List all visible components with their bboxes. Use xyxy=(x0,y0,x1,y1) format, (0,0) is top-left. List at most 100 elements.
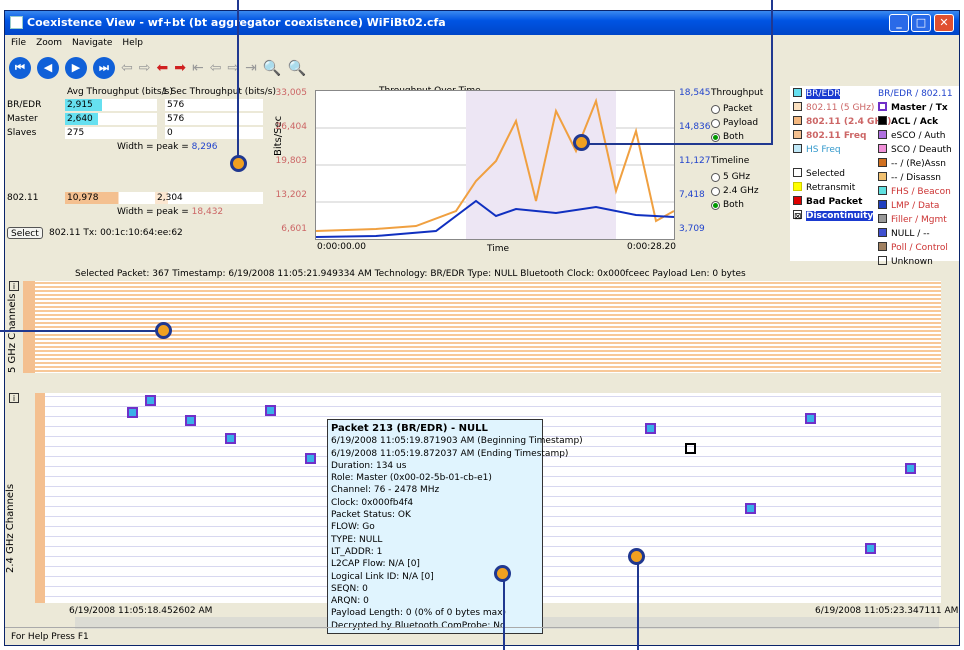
ytick-right-5: 3,709 xyxy=(679,224,705,234)
select-text: 802.11 Tx: 00:1c:10:64:ee:62 xyxy=(49,228,183,238)
packet-marker[interactable] xyxy=(805,413,816,424)
packet-marker[interactable] xyxy=(645,423,656,434)
annotation-leader xyxy=(637,560,639,650)
legend-selected: Selected xyxy=(793,168,845,180)
tooltip-line: 6/19/2008 11:05:19.872037 AM (Ending Tim… xyxy=(331,448,569,459)
first-icon[interactable]: ⏮ xyxy=(9,57,31,79)
radio-both-timeline[interactable]: Both xyxy=(711,198,763,212)
back-arrow-icon[interactable]: ⇦ xyxy=(121,60,133,76)
throughput-chart xyxy=(315,90,675,240)
annotation-dot xyxy=(494,565,511,582)
menu-help[interactable]: Help xyxy=(122,35,143,52)
tooltip-line: Packet Status: OK xyxy=(331,510,411,521)
last-icon[interactable]: ⏭ xyxy=(93,57,115,79)
x-end: 0:00:28.20 xyxy=(627,242,677,252)
annotation-dot xyxy=(573,134,590,151)
packet-marker[interactable] xyxy=(305,453,316,464)
lane24-channel-column xyxy=(35,393,45,603)
annotation-leader xyxy=(0,330,160,332)
toolbar: ⏮ ◀ ▶ ⏭ ⇦ ⇨ ⬅ ➡ ⇤ ⇦ ⇨ ⇥ 🔍 🔍 xyxy=(9,54,306,82)
wifi-avg: 10,978 xyxy=(65,192,157,204)
packet-marker[interactable] xyxy=(225,433,236,444)
sec-header: 1 Sec Throughput (bits/s) xyxy=(162,87,276,97)
menu-navigate[interactable]: Navigate xyxy=(72,35,112,52)
legend-null: NULL / -- xyxy=(878,228,930,240)
lane5-channel-column xyxy=(23,281,35,373)
legend-right-header: BR/EDR / 802.11 xyxy=(878,89,953,99)
time-start: 6/19/2008 11:05:18.452602 AM xyxy=(69,606,213,616)
slaves-avg: 275 xyxy=(65,127,157,139)
legend-acl: ACL / Ack xyxy=(878,116,938,128)
legend-poll: Poll / Control xyxy=(878,242,948,254)
tooltip-title: Packet 213 (BR/EDR) - NULL xyxy=(331,423,488,434)
packet-marker[interactable] xyxy=(127,407,138,418)
zoom-out-icon[interactable]: 🔍 xyxy=(288,59,307,77)
ytick-left-2: 26,404 xyxy=(275,122,308,132)
select-button[interactable]: Select xyxy=(7,227,43,239)
packet-marker[interactable] xyxy=(185,415,196,426)
step-fwd-icon[interactable]: ⇥ xyxy=(245,60,257,76)
legend-bad-packet: Bad Packet xyxy=(793,196,862,208)
tooltip-line: TYPE: NULL xyxy=(331,534,383,545)
radio-24ghz[interactable]: 2.4 GHz xyxy=(711,184,763,198)
selected-packet-marker[interactable] xyxy=(685,443,696,454)
lane5-label: 5 GHz Channels xyxy=(7,293,18,373)
bt-width-label: Width = peak = xyxy=(117,142,192,152)
radio-packet[interactable]: Packet xyxy=(711,102,763,116)
annotation-leader xyxy=(771,0,773,145)
tooltip-line: ARQN: 0 xyxy=(331,596,369,607)
ytick-right-1: 18,545 xyxy=(679,88,711,98)
packet-marker[interactable] xyxy=(905,463,916,474)
time-end: 6/19/2008 11:05:23.347111 AM xyxy=(815,606,959,616)
tooltip-line: FLOW: Go xyxy=(331,522,375,533)
info-icon-24[interactable]: i xyxy=(9,393,19,403)
bredr-sec: 576 xyxy=(165,99,263,111)
legend-sco: SCO / Deauth xyxy=(878,144,952,156)
tooltip-line: 6/19/2008 11:05:19.871903 AM (Beginning … xyxy=(331,436,583,447)
wifi-sec: 2,304 xyxy=(155,192,263,204)
tooltip-line: Clock: 0x000fb4f4 xyxy=(331,497,414,508)
bredr-label: BR/EDR xyxy=(7,100,42,110)
radio-both-throughput[interactable]: Both xyxy=(711,130,763,144)
legend-esco: eSCO / Auth xyxy=(878,130,945,142)
ytick-right-2: 14,836 xyxy=(679,122,711,132)
radio-payload[interactable]: Payload xyxy=(711,116,763,130)
forward-arrow-icon[interactable]: ⇨ xyxy=(139,60,151,76)
legend-bredr: BR/EDR xyxy=(793,88,841,100)
packet-marker[interactable] xyxy=(145,395,156,406)
radio-5ghz[interactable]: 5 GHz xyxy=(711,170,763,184)
info-icon[interactable]: i xyxy=(9,281,19,291)
legend-discontinuity: ⊠ Discontinuity xyxy=(793,210,874,222)
menu-zoom[interactable]: Zoom xyxy=(36,35,62,52)
legend-filler: Filler / Mgmt xyxy=(878,214,947,226)
red-back-icon[interactable]: ⬅ xyxy=(156,60,168,76)
ytick-left-1: 33,005 xyxy=(275,88,308,98)
red-forward-icon[interactable]: ➡ xyxy=(174,60,186,76)
maximize-icon[interactable]: □ xyxy=(911,14,931,32)
packet-marker[interactable] xyxy=(265,405,276,416)
step-prev-icon[interactable]: ⇦ xyxy=(210,60,222,76)
zoom-in-icon[interactable]: 🔍 xyxy=(263,59,282,77)
legend-wifi5: 802.11 (5 GHz) xyxy=(793,102,874,114)
legend-hs-freq: HS Freq xyxy=(793,144,841,156)
ytick-right-4: 7,418 xyxy=(679,190,705,200)
minimize-icon[interactable]: _ xyxy=(889,14,909,32)
selected-packet-info: Selected Packet: 367 Timestamp: 6/19/200… xyxy=(75,269,746,279)
menu-file[interactable]: File xyxy=(11,35,26,52)
step-back-icon[interactable]: ⇤ xyxy=(192,60,204,76)
app-icon xyxy=(10,16,23,29)
packet-marker[interactable] xyxy=(745,503,756,514)
wifi-label: 802.11 xyxy=(7,193,39,203)
packet-marker[interactable] xyxy=(865,543,876,554)
prev-icon[interactable]: ◀ xyxy=(37,57,59,79)
ytick-left-4: 13,202 xyxy=(275,190,308,200)
master-sec: 576 xyxy=(165,113,263,125)
tooltip-line: Role: Master (0x00-02-5b-01-cb-e1) xyxy=(331,473,492,484)
next-icon[interactable]: ▶ xyxy=(65,57,87,79)
ytick-right-3: 11,127 xyxy=(679,156,711,166)
menu-bar: File Zoom Navigate Help xyxy=(5,35,959,52)
chart-svg xyxy=(315,91,675,239)
tooltip-line: Channel: 76 - 2478 MHz xyxy=(331,485,440,496)
annotation-dot xyxy=(155,322,172,339)
close-icon[interactable]: ✕ xyxy=(934,14,954,32)
